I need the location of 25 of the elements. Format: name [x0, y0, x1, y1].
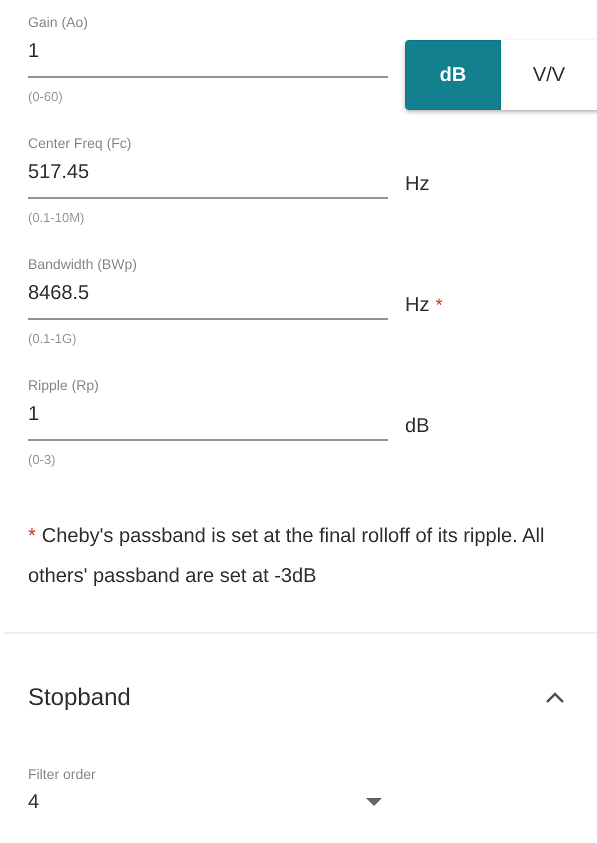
- passband-note: * Cheby's passband is set at the final rolloff of its ripple. All others' passband are set at -3dB: [28, 524, 546, 589]
- input-field[interactable]: 1: [28, 395, 388, 441]
- input-field[interactable]: 8468.5: [28, 274, 388, 320]
- field-label: Gain (Ao): [28, 13, 89, 32]
- unit-option[interactable]: dB: [405, 40, 501, 110]
- caret-icon: [366, 798, 382, 806]
- section-title: Stopband: [28, 683, 131, 713]
- chevron-up-icon[interactable]: [545, 692, 565, 704]
- range-hint: (0-60): [28, 88, 64, 106]
- range-hint: (0-3): [28, 451, 56, 469]
- unit-label: Hz: [405, 172, 430, 197]
- unit-label: dB: [405, 414, 430, 439]
- field-label: Ripple (Rp): [28, 376, 100, 395]
- range-hint: (0.1-1G): [28, 330, 78, 348]
- field-label: Filter order: [28, 765, 97, 784]
- input-field[interactable]: 1: [28, 32, 388, 78]
- range-hint: (0.1-10M): [28, 209, 86, 227]
- field-label: Center Freq (Fc): [28, 134, 132, 153]
- stopband-header[interactable]: Stopband: [0, 634, 597, 762]
- unit-label: Hz: [405, 293, 430, 318]
- unit-option[interactable]: V/V: [501, 40, 597, 110]
- field-label: Bandwidth (BWp): [28, 255, 138, 274]
- required-marker: *: [435, 294, 442, 316]
- filter-order-select[interactable]: 4: [28, 784, 388, 820]
- input-field[interactable]: 517.45: [28, 153, 388, 199]
